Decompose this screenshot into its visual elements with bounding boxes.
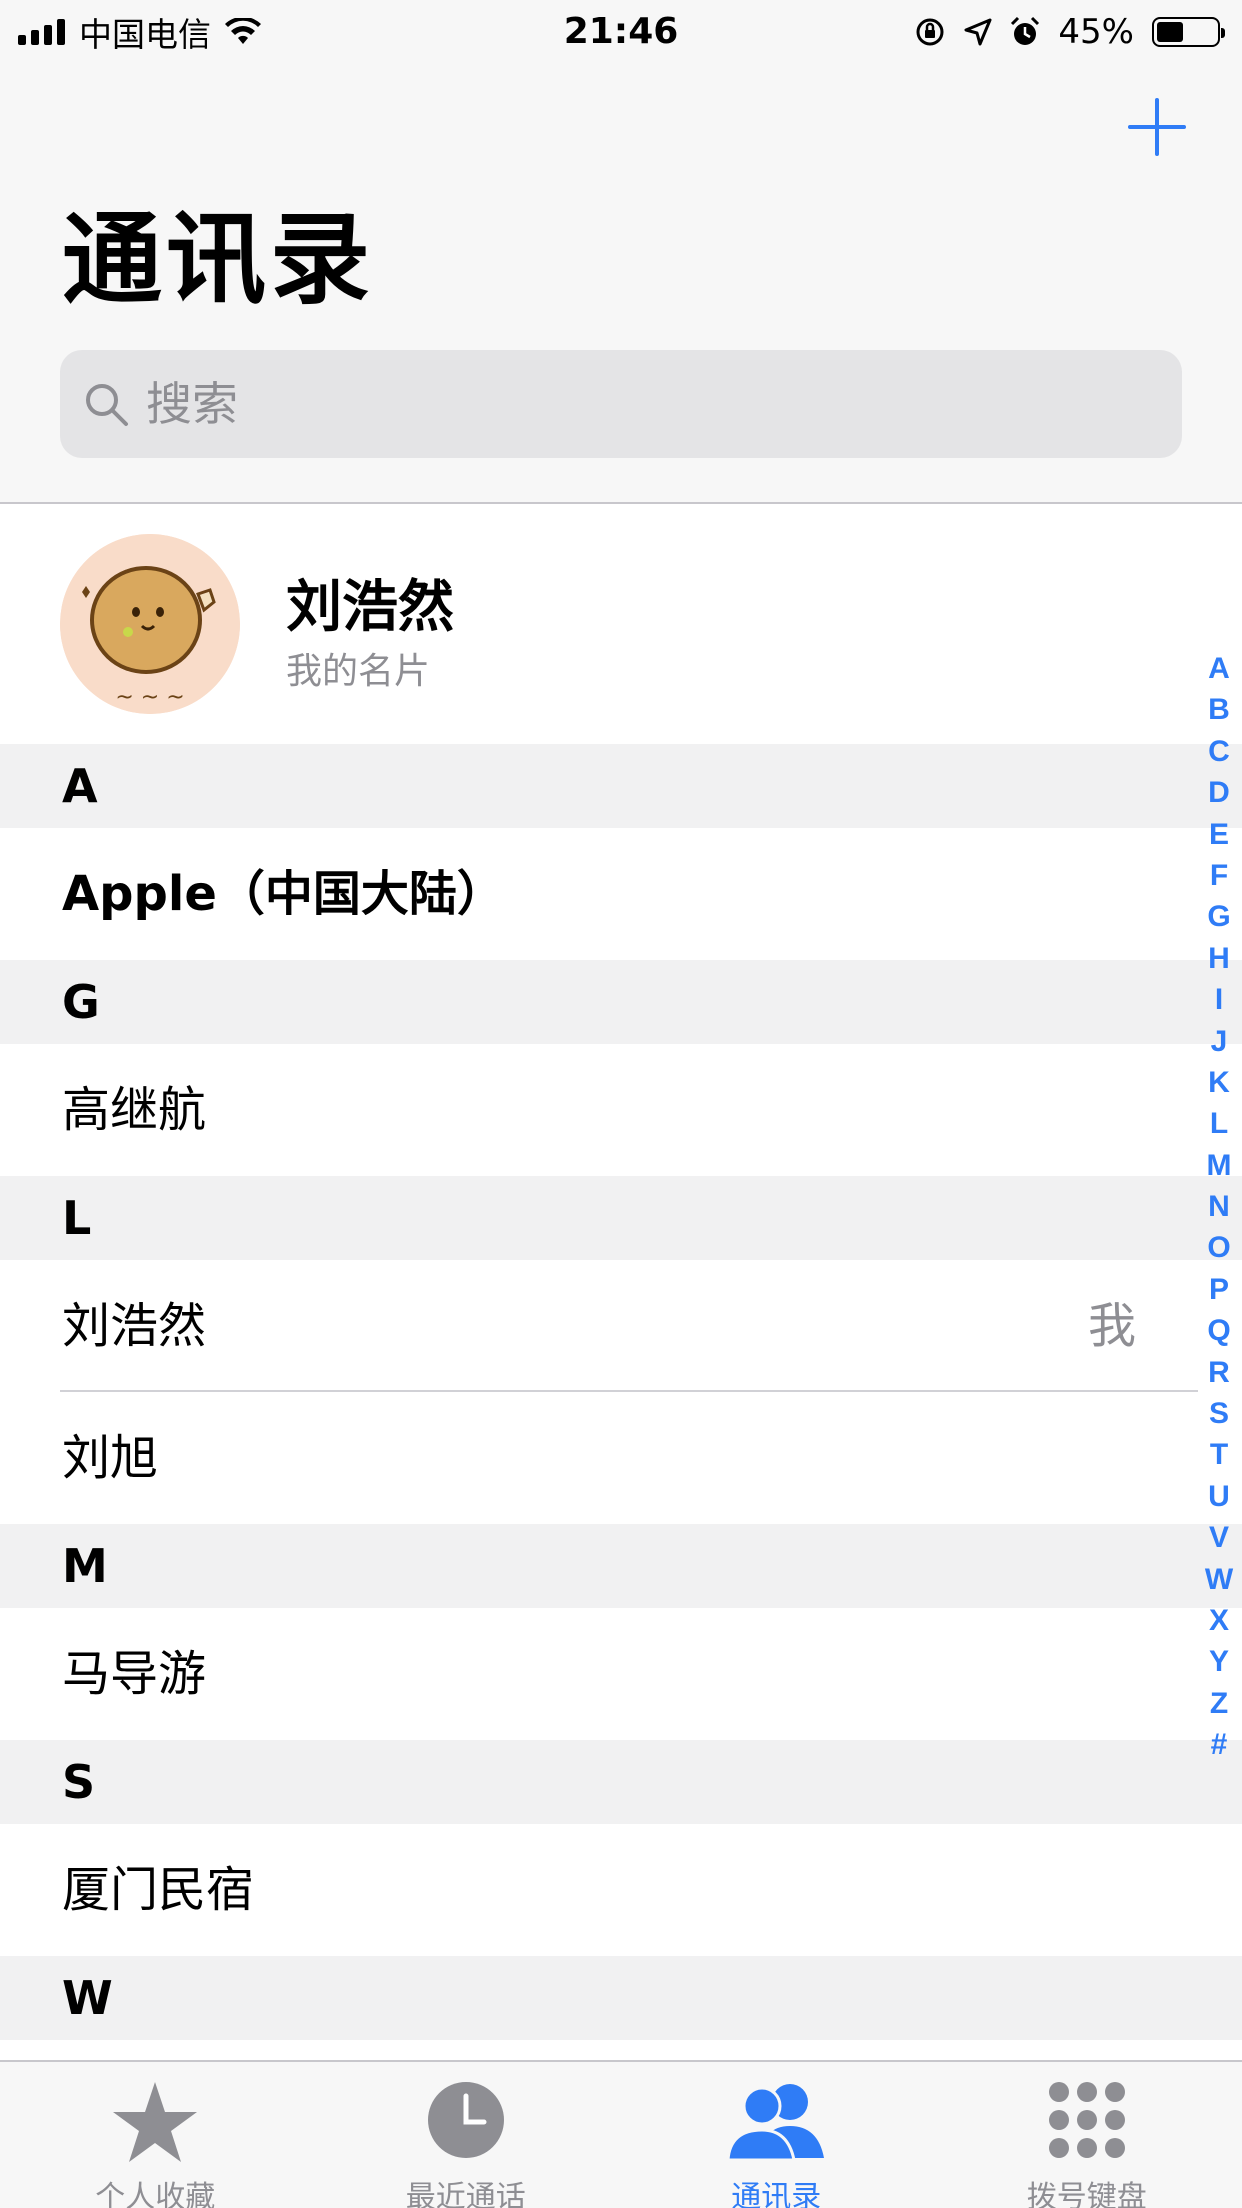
index-letter[interactable]: M (1207, 1145, 1232, 1186)
keypad-icon (1048, 2082, 1125, 2158)
index-letter[interactable]: L (1210, 1103, 1228, 1144)
search-icon (86, 384, 128, 426)
index-letter[interactable]: Y (1209, 1641, 1229, 1682)
section-header: L (0, 1176, 1242, 1260)
contact-row[interactable]: Apple（中国大陆） (0, 828, 1242, 960)
tab-icon-wrap (311, 2080, 622, 2164)
index-letter[interactable]: Q (1207, 1310, 1230, 1351)
section-header: S (0, 1740, 1242, 1824)
contact-row[interactable]: 马导游 (0, 1608, 1242, 1740)
svg-text:~ ~ ~: ~ ~ ~ (115, 685, 184, 710)
section-header: A (0, 744, 1242, 828)
status-bar: 中国电信 21:46 45% (0, 0, 1242, 60)
my-card-name: 刘浩然 (286, 575, 454, 640)
index-letter[interactable]: S (1209, 1393, 1229, 1434)
location-icon (964, 18, 992, 46)
my-card-subtitle: 我的名片 (286, 651, 431, 692)
tab-keypad[interactable]: 拨号键盘 (932, 2062, 1242, 2208)
index-letter[interactable]: Z (1210, 1683, 1228, 1724)
tab-contacts[interactable]: 通讯录 (621, 2062, 932, 2208)
section-letter: W (62, 1971, 113, 2025)
contacts-screen: 中国电信 21:46 45% 通讯录 搜索 ~ ~ ~ 刘浩然 我的名片 A A… (0, 0, 1242, 2208)
index-letter[interactable]: J (1211, 1021, 1228, 1062)
tab-favorites[interactable]: 个人收藏 (0, 2062, 311, 2208)
index-letter[interactable]: X (1209, 1600, 1229, 1641)
clock-icon (427, 2082, 504, 2158)
section-header: W (0, 1956, 1242, 2040)
search-input[interactable] (146, 350, 1182, 458)
orientation-lock-icon (916, 18, 944, 46)
contact-name: Apple（中国大陆） (62, 866, 505, 922)
star-icon (113, 2082, 198, 2162)
section-letter: M (62, 1539, 108, 1593)
tab-label: 通讯录 (731, 2180, 822, 2208)
index-letter[interactable]: D (1208, 772, 1230, 813)
index-letter[interactable]: U (1208, 1476, 1230, 1517)
header-area: 中国电信 21:46 45% 通讯录 搜索 (0, 0, 1242, 504)
battery-fill (1157, 22, 1184, 42)
section-index-bar[interactable]: A B C D E F G H I J K L M N O P Q R S T U V W X Y Z # (1196, 648, 1242, 1766)
index-letter[interactable]: K (1208, 1062, 1230, 1103)
contact-name: 马导游 (62, 1646, 207, 1702)
me-tag: 我 (1087, 1298, 1136, 1354)
contact-name: 刘旭 (62, 1430, 159, 1486)
contact-row[interactable]: 厦门民宿 (0, 1824, 1242, 1956)
index-letter[interactable]: B (1208, 689, 1230, 730)
index-letter[interactable]: N (1208, 1186, 1230, 1227)
index-letter[interactable]: R (1208, 1352, 1230, 1393)
page-title: 通讯录 (62, 201, 374, 318)
index-letter[interactable]: T (1210, 1434, 1228, 1475)
index-letter[interactable]: C (1208, 731, 1230, 772)
add-contact-button[interactable] (1126, 96, 1188, 158)
tab-label: 最近通话 (405, 2180, 526, 2208)
tab-label: 拨号键盘 (1026, 2180, 1147, 2208)
tab-icon-wrap (932, 2080, 1242, 2164)
contact-name: 厦门民宿 (62, 1862, 255, 1918)
index-letter[interactable]: I (1215, 979, 1223, 1020)
battery-icon (1152, 17, 1225, 47)
section-header: G (0, 960, 1242, 1044)
tab-label: 个人收藏 (95, 2180, 216, 2208)
section-letter: L (62, 1191, 92, 1245)
index-letter[interactable]: H (1208, 938, 1230, 979)
index-letter[interactable]: G (1207, 896, 1230, 937)
contact-name: 刘浩然 (62, 1298, 207, 1354)
alarm-icon (1011, 16, 1040, 45)
section-letter: A (62, 759, 98, 813)
tab-bar: 个人收藏 最近通话 通讯录 拨号键盘 (0, 2060, 1242, 2208)
index-letter[interactable]: # (1211, 1724, 1228, 1765)
contact-row[interactable]: 高继航 (0, 1044, 1242, 1176)
index-letter[interactable]: V (1209, 1517, 1229, 1558)
index-letter[interactable]: A (1208, 648, 1230, 689)
section-header: M (0, 1524, 1242, 1608)
battery-percent: 45% (1058, 12, 1134, 52)
avatar[interactable]: ~ ~ ~ (60, 534, 240, 714)
index-letter[interactable]: E (1209, 814, 1229, 855)
tab-recents[interactable]: 最近通话 (311, 2062, 622, 2208)
my-card[interactable]: ~ ~ ~ 刘浩然 我的名片 (0, 506, 1242, 744)
avatar-image: ~ ~ ~ (60, 534, 240, 714)
status-right: 45% (914, 10, 1225, 54)
tab-icon-wrap (0, 2080, 311, 2164)
section-letter: S (62, 1755, 96, 1809)
search-bar[interactable] (60, 350, 1182, 458)
contact-name: 高继航 (62, 1082, 207, 1138)
tab-icon-wrap (621, 2080, 932, 2164)
index-letter[interactable]: W (1205, 1559, 1233, 1600)
index-letter[interactable]: F (1210, 855, 1228, 896)
contact-row[interactable]: 刘浩然 我 (0, 1260, 1242, 1392)
contacts-icon (726, 2084, 825, 2160)
contact-list: A Apple（中国大陆） G 高继航 L 刘浩然 我 刘旭 M 马导游 S 厦… (0, 744, 1242, 2040)
index-letter[interactable]: O (1207, 1227, 1230, 1268)
index-letter[interactable]: P (1209, 1269, 1229, 1310)
contact-row[interactable]: 刘旭 (0, 1392, 1242, 1524)
section-letter: G (62, 975, 100, 1029)
